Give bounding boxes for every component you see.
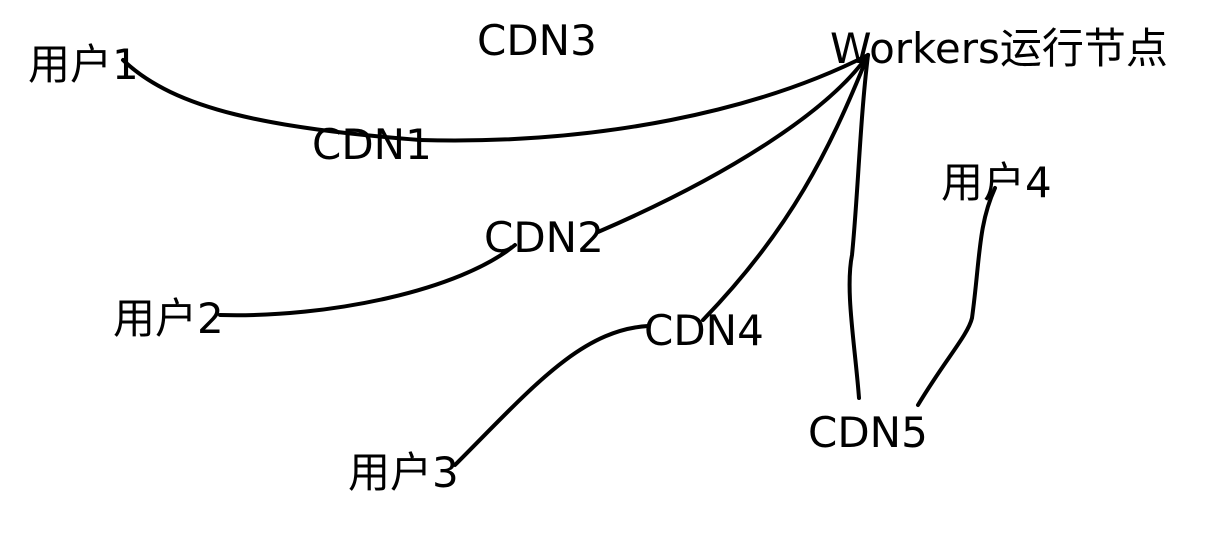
node-user1: 用户1 <box>28 40 139 89</box>
edge-user2-cdn2 <box>218 243 517 318</box>
node-workers-runtime: Workers运行节点 <box>830 24 1168 73</box>
edge-cdn5-workers <box>847 53 870 400</box>
connection-lines <box>121 53 997 467</box>
diagram-canvas: 用户1 CDN3 Workers运行节点 CDN1 用户4 CDN2 用户2 C… <box>0 0 1209 546</box>
node-cdn2: CDN2 <box>484 213 604 262</box>
node-user4: 用户4 <box>941 158 1052 207</box>
node-cdn5: CDN5 <box>808 408 928 457</box>
node-cdn3: CDN3 <box>477 16 597 65</box>
edge-cdn1-workers <box>418 53 870 143</box>
edge-user4-cdn5 <box>916 186 997 407</box>
node-user3: 用户3 <box>348 448 459 497</box>
edge-cdn4-workers <box>701 53 870 322</box>
node-cdn4: CDN4 <box>644 306 764 355</box>
node-cdn1: CDN1 <box>312 120 432 169</box>
edge-user3-cdn4 <box>453 324 650 467</box>
node-user2: 用户2 <box>113 294 224 343</box>
